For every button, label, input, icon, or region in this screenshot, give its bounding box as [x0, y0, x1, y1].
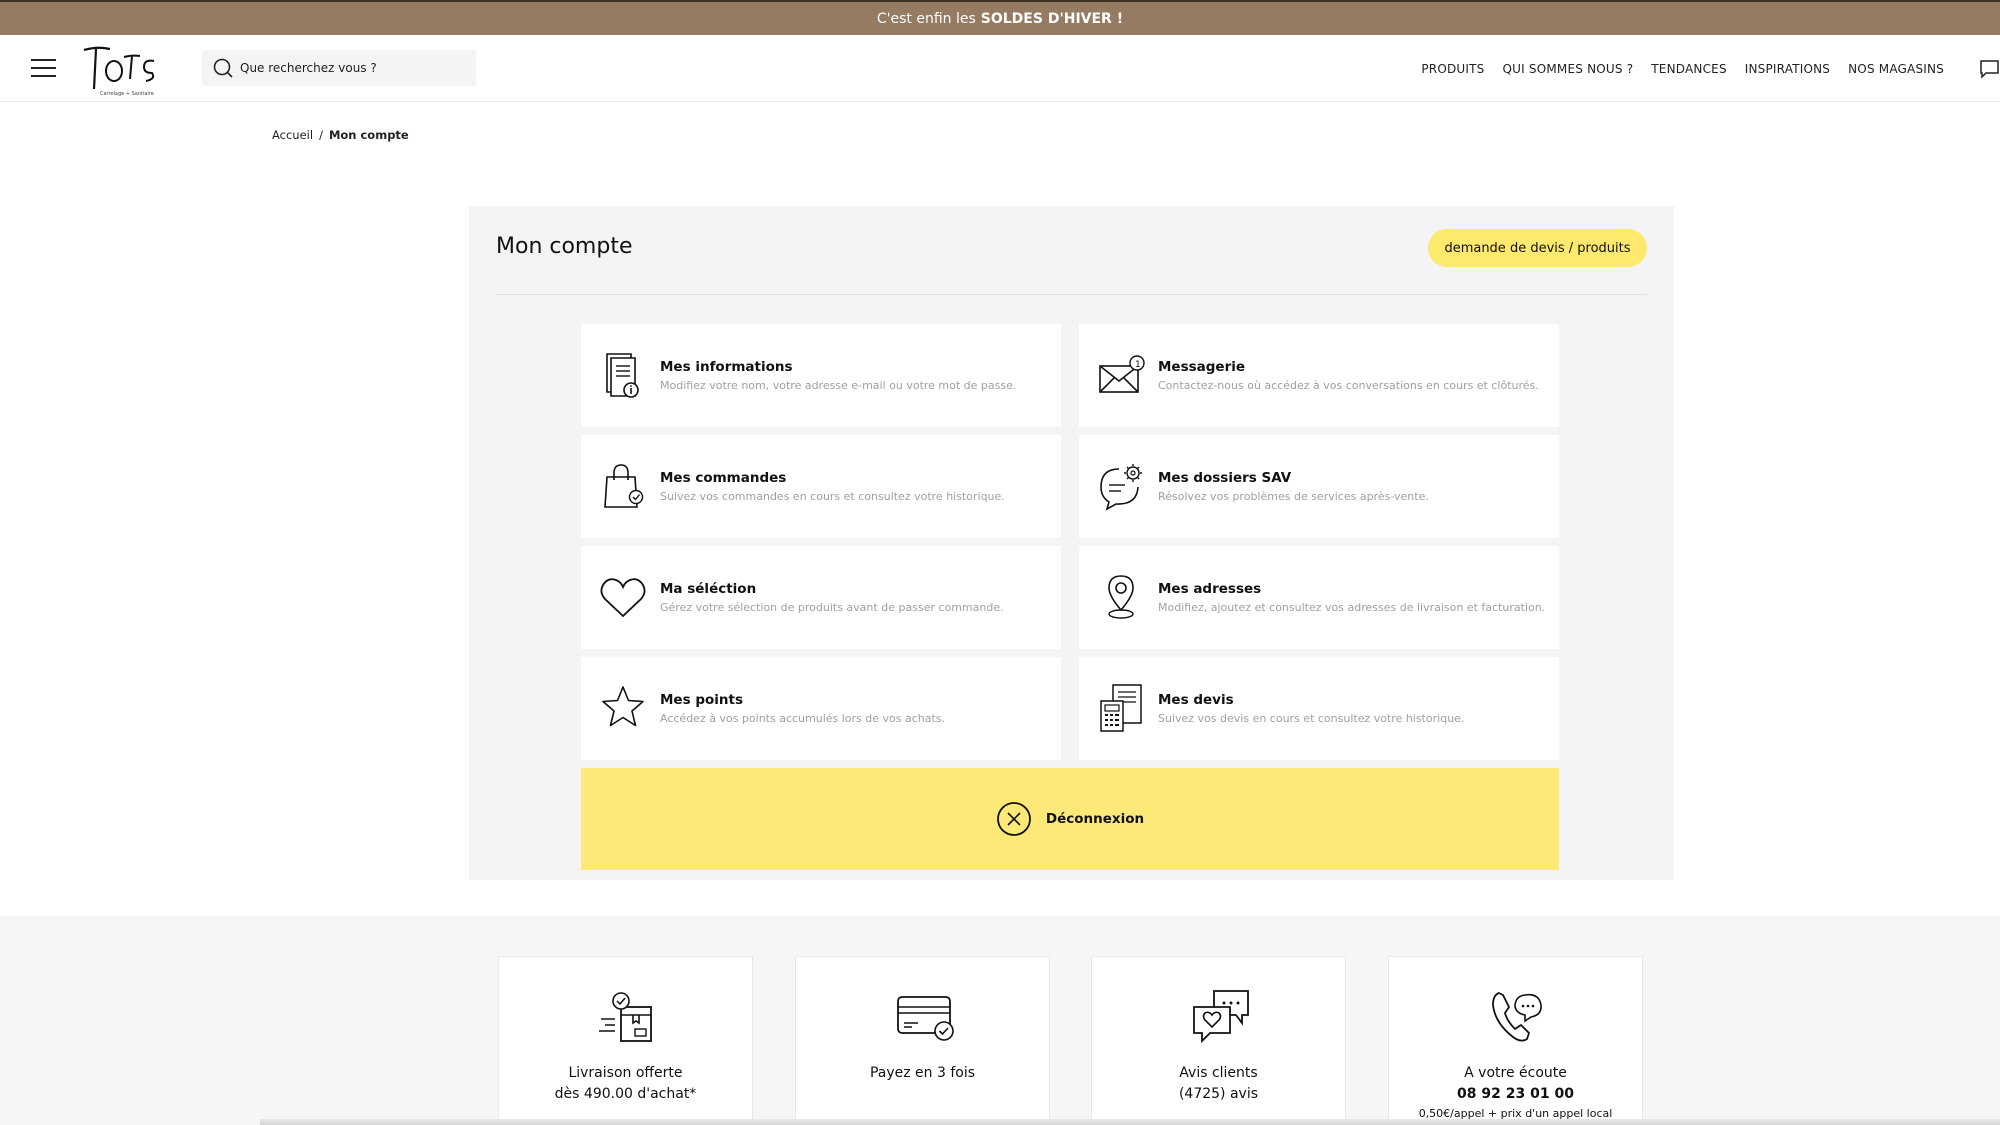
nav-tendances[interactable]: TENDANCES	[1651, 62, 1726, 76]
breadcrumb: Accueil / Mon compte	[272, 128, 409, 142]
shopping-bag-check-icon	[604, 464, 644, 508]
nav-qui-sommes-nous[interactable]: QUI SOMMES NOUS ?	[1503, 62, 1634, 76]
card-title: Mes dossiers SAV	[1158, 470, 1292, 486]
breadcrumb-home[interactable]: Accueil	[272, 128, 313, 142]
feature-payment[interactable]: Payez en 3 fois	[795, 956, 1050, 1125]
feature-delivery[interactable]: Livraison offerte dès 490.00 d'achat*	[498, 956, 753, 1125]
nav-nos-magasins[interactable]: NOS MAGASINS	[1848, 62, 1944, 76]
phone-number[interactable]: 08 92 23 01 00	[1389, 1086, 1642, 1102]
card-description: Modifiez, ajoutez et consultez vos adres…	[1158, 601, 1546, 614]
nav-produits[interactable]: PRODUITS	[1421, 62, 1484, 76]
card-ma-selection[interactable]: Ma séléction Gérez votre sélection de pr…	[581, 546, 1061, 649]
card-messagerie[interactable]: 1 Messagerie Contactez-nous où accédez à…	[1079, 324, 1559, 427]
card-title: Mes informations	[660, 359, 793, 375]
card-description: Contactez-nous où accédez à vos conversa…	[1158, 379, 1539, 392]
chat-icon[interactable]	[1978, 58, 2000, 80]
search-icon	[213, 58, 233, 78]
card-mes-dossiers-sav[interactable]: Mes dossiers SAV Résolvez vos problèmes …	[1079, 435, 1559, 538]
card-description: Modifiez votre nom, votre adresse e-mail…	[660, 379, 1017, 392]
card-title: Mes devis	[1158, 692, 1234, 708]
logo-tagline: Carrelage + Sanitaire	[100, 91, 154, 97]
footer-shadow	[260, 1119, 2000, 1125]
close-circle-icon	[996, 802, 1031, 836]
card-title: Mes points	[660, 692, 743, 708]
feature-reviews[interactable]: Avis clients (4725) avis	[1091, 956, 1346, 1125]
calculator-quote-icon	[1100, 684, 1142, 732]
phone-chat-icon	[1492, 992, 1542, 1042]
card-description: Accédez à vos points accumulés lors de v…	[660, 712, 946, 725]
logout-button[interactable]: Déconnexion	[581, 768, 1559, 870]
promo-text: C'est enfin les	[876, 10, 976, 27]
nav-inspirations[interactable]: INSPIRATIONS	[1745, 62, 1830, 76]
account-panel: Mon compte demande de devis / produits M…	[469, 206, 1674, 880]
quote-request-button[interactable]: demande de devis / produits	[1428, 229, 1647, 267]
divider	[496, 294, 1647, 295]
card-mes-points[interactable]: Mes points Accédez à vos points accumulé…	[581, 657, 1061, 760]
card-title: Mes adresses	[1158, 581, 1262, 597]
card-mes-commandes[interactable]: Mes commandes Suivez vos commandes en co…	[581, 435, 1061, 538]
search-input[interactable]	[240, 61, 460, 75]
menu-icon[interactable]	[31, 59, 56, 78]
promo-highlight: SOLDES D'HIVER !	[980, 10, 1124, 27]
feature-detail: dès 490.00 d'achat*	[554, 1086, 697, 1102]
feature-contact[interactable]: A votre écoute 08 92 23 01 00 0,50€/appe…	[1388, 956, 1643, 1125]
breadcrumb-separator: /	[319, 128, 323, 142]
location-pin-icon	[1108, 575, 1134, 619]
page-title: Mon compte	[496, 234, 633, 259]
delivery-box-icon	[599, 992, 652, 1042]
reviews-chat-icon	[1193, 990, 1249, 1044]
feature-title: Payez en 3 fois	[869, 1065, 976, 1081]
card-mes-devis[interactable]: Mes devis Suivez vos devis en cours et c…	[1079, 657, 1559, 760]
card-title: Ma séléction	[660, 581, 757, 597]
feature-title: Avis clients	[1179, 1065, 1258, 1081]
card-description: Suivez vos devis en cours et consultez v…	[1158, 712, 1465, 725]
card-mes-informations[interactable]: Mes informations Modifiez votre nom, vot…	[581, 324, 1061, 427]
star-icon	[602, 686, 644, 727]
feature-title: Livraison offerte	[568, 1065, 683, 1081]
card-description: Résolvez vos problèmes de services après…	[1158, 490, 1429, 503]
feature-title: A votre écoute	[1464, 1065, 1567, 1081]
mail-notification-icon: 1	[1099, 355, 1145, 393]
reassurance-band: Livraison offerte dès 490.00 d'achat* Pa…	[0, 916, 2000, 1125]
support-gear-chat-icon	[1100, 464, 1142, 511]
card-description: Gérez votre sélection de produits avant …	[660, 601, 1004, 614]
logout-label: Déconnexion	[1045, 811, 1145, 827]
heart-icon	[600, 578, 646, 618]
card-title: Messagerie	[1158, 359, 1246, 375]
search-box[interactable]	[202, 50, 476, 86]
logo[interactable]: Carrelage + Sanitaire	[80, 41, 160, 97]
breadcrumb-current: Mon compte	[328, 128, 409, 142]
main-nav: PRODUITS QUI SOMMES NOUS ? TENDANCES INS…	[1403, 35, 1944, 102]
feature-detail: (4725) avis	[1178, 1086, 1259, 1102]
card-description: Suivez vos commandes en cours et consult…	[660, 490, 1005, 503]
svg-text:1: 1	[1135, 360, 1141, 370]
document-info-icon	[606, 353, 639, 398]
credit-card-icon	[897, 996, 954, 1041]
site-header: Carrelage + Sanitaire PRODUITS QUI SOMME…	[0, 35, 2000, 102]
promo-banner[interactable]: C'est enfin les SOLDES D'HIVER !	[0, 0, 2000, 35]
card-mes-adresses[interactable]: Mes adresses Modifiez, ajoutez et consul…	[1079, 546, 1559, 649]
card-title: Mes commandes	[660, 470, 787, 486]
